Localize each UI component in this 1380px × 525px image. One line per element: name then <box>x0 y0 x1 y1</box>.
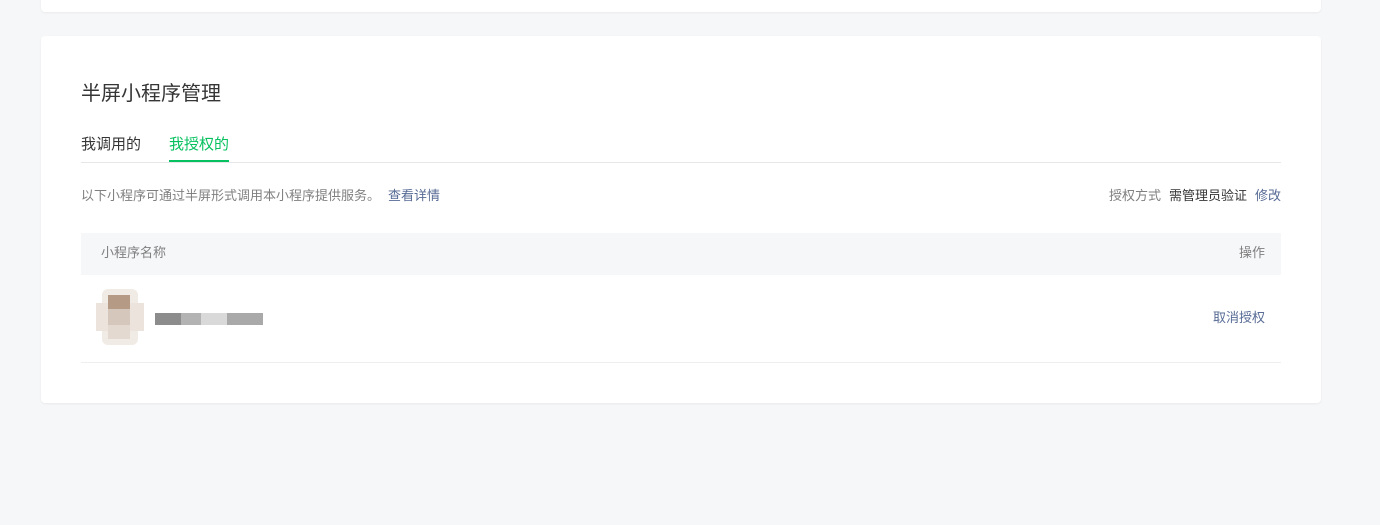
page-title: 半屏小程序管理 <box>81 81 221 105</box>
previous-card <box>41 0 1321 12</box>
auth-mode-value: 需管理员验证 <box>1168 189 1247 204</box>
miniprogram-name-redacted <box>155 313 275 325</box>
description: 以下小程序可通过半屏形式调用本小程序提供服务。 查看详情 <box>81 187 440 207</box>
auth-mode-label: 授权方式 <box>1108 189 1161 204</box>
revoke-authorization-button[interactable]: 取消授权 <box>1213 309 1265 329</box>
description-text: 以下小程序可通过半屏形式调用本小程序提供服务。 <box>81 189 381 204</box>
table-row: 取消授权 <box>81 275 1281 363</box>
table-header: 小程序名称 操作 <box>81 233 1281 275</box>
edit-auth-mode-link[interactable]: 修改 <box>1255 189 1281 204</box>
column-header-operation: 操作 <box>1238 246 1265 261</box>
half-screen-miniprogram-card: 半屏小程序管理 我调用的 我授权的 以下小程序可通过半屏形式调用本小程序提供服务… <box>41 36 1321 403</box>
miniprogram-avatar <box>96 289 144 345</box>
view-details-link[interactable]: 查看详情 <box>388 189 440 204</box>
tab-bar: 我调用的 我授权的 <box>81 132 1281 163</box>
column-header-name: 小程序名称 <box>101 246 167 261</box>
tab-my-authorized[interactable]: 我授权的 <box>169 132 230 162</box>
auth-mode: 授权方式 需管理员验证 修改 <box>1109 187 1281 207</box>
tab-my-calls[interactable]: 我调用的 <box>81 132 141 160</box>
